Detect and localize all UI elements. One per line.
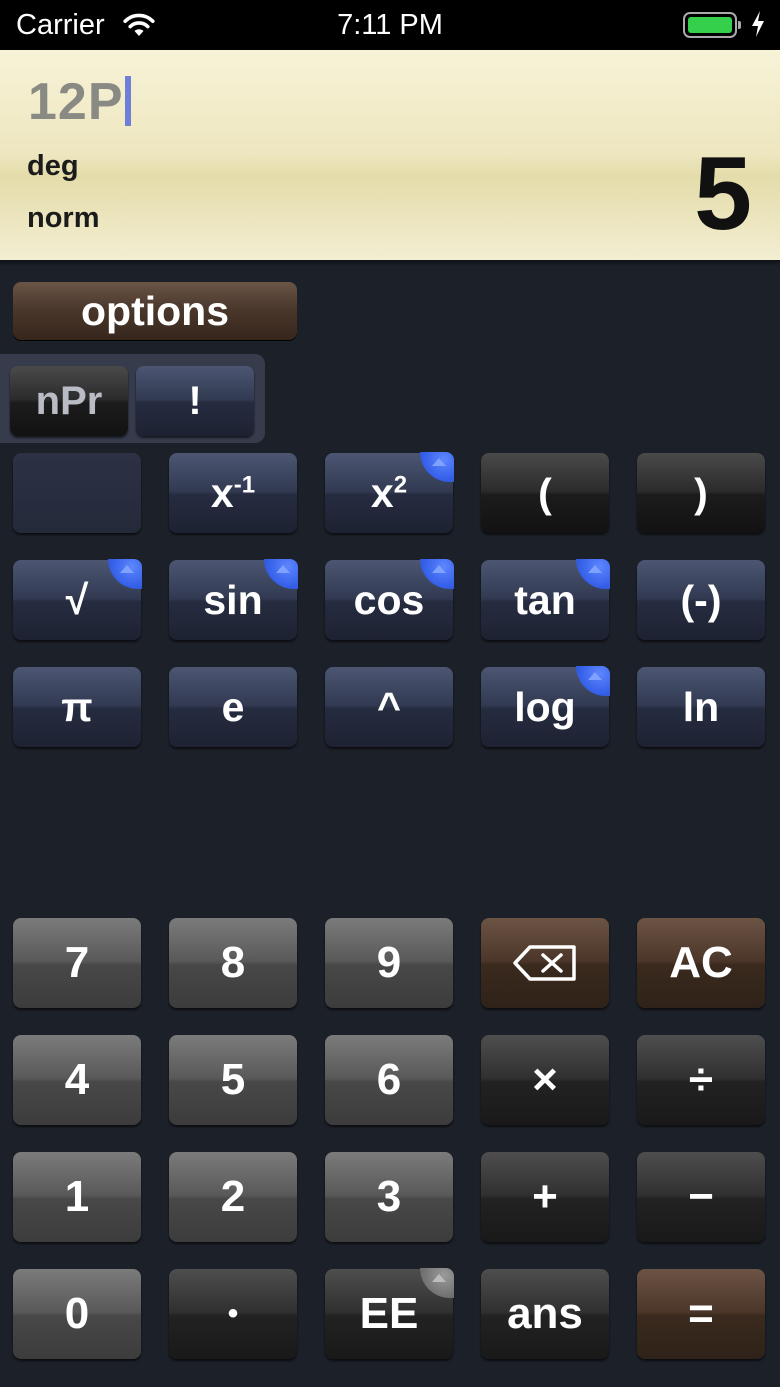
secondary-function-corner-icon — [420, 559, 454, 589]
expression-field[interactable]: 12P — [28, 72, 131, 132]
equals-button[interactable]: = — [637, 1269, 765, 1359]
power-button[interactable]: ^ — [325, 667, 453, 747]
cos-button[interactable]: cos — [325, 559, 454, 640]
secondary-function-corner-icon — [264, 559, 298, 589]
calculator-display: 12P deg norm 5 — [0, 50, 780, 266]
e-button[interactable]: e — [169, 667, 297, 747]
clock: 7:11 PM — [337, 9, 443, 41]
secondary-function-corner-icon — [576, 666, 610, 696]
key-0[interactable]: 0 — [13, 1269, 141, 1359]
secondary-function-corner-icon — [576, 559, 610, 589]
open-paren-button[interactable]: ( — [481, 453, 609, 533]
multiply-button[interactable]: × — [481, 1035, 609, 1125]
log-button[interactable]: log — [481, 666, 610, 747]
ln-button[interactable]: ln — [637, 667, 765, 747]
square-label: x2 — [370, 469, 408, 516]
status-bar: Carrier 7:11 PM — [0, 0, 780, 50]
pi-button[interactable]: π — [13, 667, 141, 747]
sin-label: sin — [203, 576, 263, 623]
key-8[interactable]: 8 — [169, 918, 297, 1008]
decimal-button[interactable]: • — [169, 1269, 297, 1359]
key-6[interactable]: 6 — [325, 1035, 453, 1125]
hidden-function-key[interactable] — [13, 453, 141, 533]
secondary-function-corner-icon — [108, 559, 142, 589]
cos-label: cos — [353, 576, 425, 623]
close-paren-button[interactable]: ) — [637, 453, 765, 533]
result-value: 5 — [694, 136, 752, 252]
ans-button[interactable]: ans — [481, 1269, 609, 1359]
key-2[interactable]: 2 — [169, 1152, 297, 1242]
minus-button[interactable]: − — [637, 1152, 765, 1242]
backspace-button[interactable] — [481, 918, 609, 1008]
battery-icon — [683, 12, 741, 38]
expression-text: 12P — [28, 73, 124, 131]
sqrt-button[interactable]: √ — [13, 559, 142, 640]
key-3[interactable]: 3 — [325, 1152, 453, 1242]
tan-button[interactable]: tan — [481, 559, 610, 640]
exponent-button[interactable]: EE — [325, 1268, 454, 1359]
key-9[interactable]: 9 — [325, 918, 453, 1008]
key-7[interactable]: 7 — [13, 918, 141, 1008]
secondary-function-corner-icon — [420, 452, 454, 482]
backspace-icon — [513, 945, 576, 981]
number-format-label: norm — [27, 202, 100, 234]
key-4[interactable]: 4 — [13, 1035, 141, 1125]
tan-label: tan — [514, 576, 576, 623]
divide-button[interactable]: ÷ — [637, 1035, 765, 1125]
options-button[interactable]: options — [13, 282, 297, 340]
sqrt-label: √ — [65, 576, 89, 623]
reciprocal-button[interactable]: x-1 — [169, 453, 297, 533]
clear-button[interactable]: AC — [637, 918, 765, 1008]
npr-button[interactable]: nPr — [10, 366, 128, 436]
secondary-function-corner-icon — [420, 1268, 454, 1298]
log-label: log — [514, 683, 576, 730]
text-cursor — [124, 76, 131, 126]
angle-mode-label: deg — [27, 150, 79, 182]
secondary-function-popup: nPr ! — [0, 354, 265, 443]
plus-button[interactable]: + — [481, 1152, 609, 1242]
reciprocal-label: x-1 — [210, 469, 256, 516]
exponent-label: EE — [359, 1289, 419, 1338]
key-1[interactable]: 1 — [13, 1152, 141, 1242]
factorial-button[interactable]: ! — [136, 366, 254, 436]
sin-button[interactable]: sin — [169, 559, 298, 640]
negate-button[interactable]: (-) — [637, 560, 765, 640]
bolt-icon — [750, 10, 766, 43]
key-5[interactable]: 5 — [169, 1035, 297, 1125]
square-button[interactable]: x2 — [325, 452, 454, 533]
